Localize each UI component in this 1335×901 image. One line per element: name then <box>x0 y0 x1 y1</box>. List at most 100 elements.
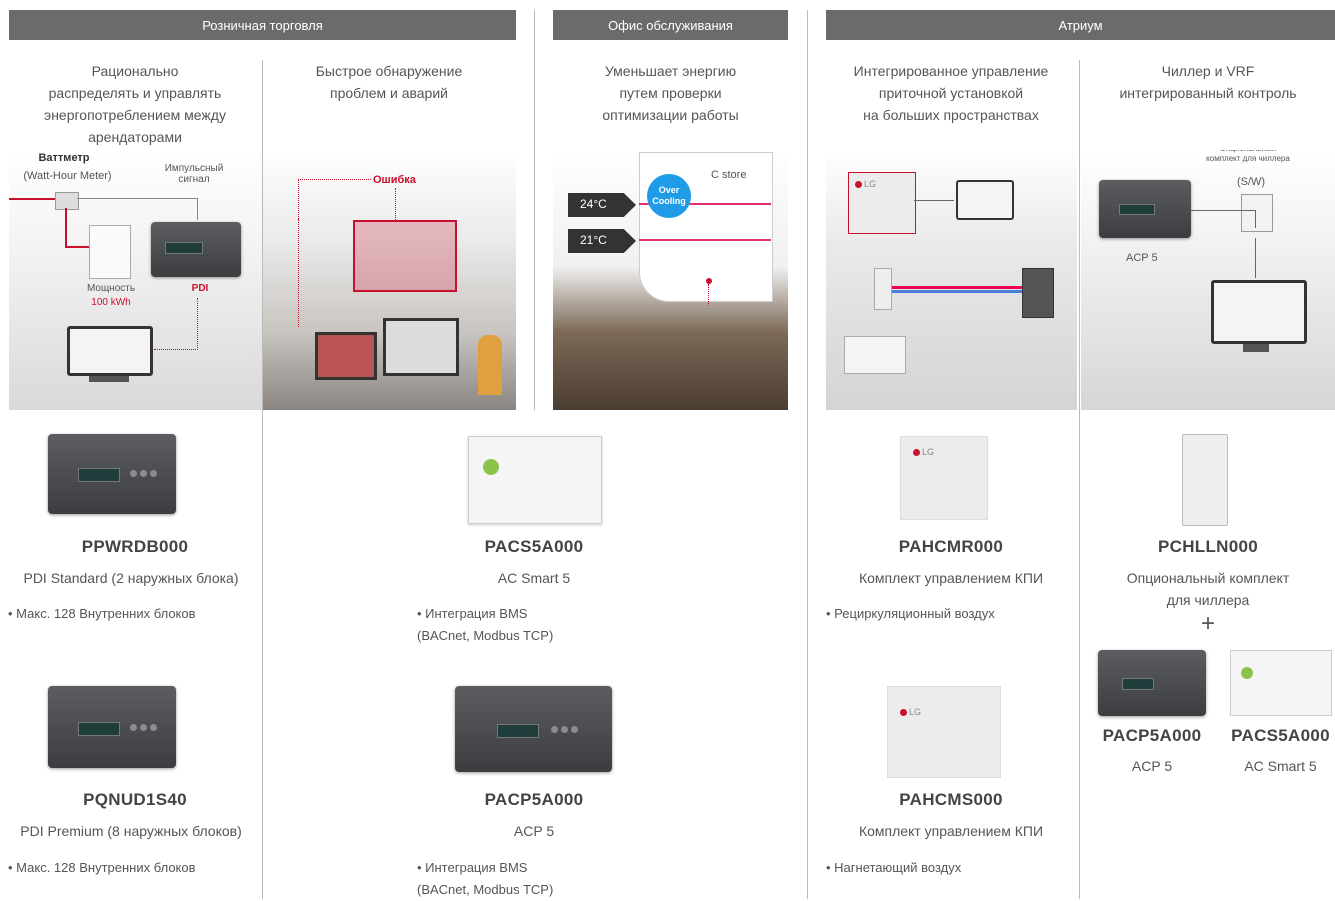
divider <box>534 10 535 410</box>
divider <box>807 10 808 899</box>
sd-card <box>1241 194 1273 232</box>
product-bullet: • Рециркуляционный воздух <box>826 606 995 621</box>
product-code: PACP5A000 <box>484 790 584 809</box>
outdoor-unit <box>1022 268 1054 318</box>
dotted-line <box>708 284 709 306</box>
product-code: PACS5A000 <box>1231 726 1330 745</box>
dotted-line <box>298 219 299 327</box>
product-code: PAHCMS000 <box>899 790 1003 809</box>
pacp5b-image <box>1098 650 1206 716</box>
dotted-line <box>298 179 371 180</box>
product-name: AC Smart 5 <box>1244 758 1317 774</box>
signal-line <box>197 198 198 220</box>
pc-monitor <box>67 326 153 376</box>
monitor-stand <box>89 376 129 382</box>
red-line <box>65 208 67 248</box>
dotted-line <box>197 298 198 350</box>
product-code: PCHLLN000 <box>1157 537 1258 556</box>
option-kit-label: Опциональный комплект для чиллера <box>1206 150 1290 163</box>
temp-high-tag: 24°C <box>568 193 636 217</box>
monitor <box>383 318 459 376</box>
col5-description: Чиллер и VRF интегрированный контроль <box>1119 63 1297 101</box>
product-name: Опциональный комплект для чиллера <box>1126 570 1290 608</box>
col4-description: Интегрированное управление приточной уст… <box>853 63 1049 123</box>
col1-description: Рационально распределять и управлять эне… <box>44 63 226 145</box>
connector-line <box>1255 210 1256 228</box>
header-atrium: Атриум <box>826 10 1335 40</box>
dotted-line <box>395 188 396 220</box>
plus-sign: + <box>1200 610 1215 637</box>
pulse-label: Импульсный сигнал <box>164 163 224 185</box>
pdi-device <box>151 222 241 277</box>
monitor-error <box>315 332 377 380</box>
product-bullet: • Интеграция BMS (BACnet, Modbus TCP) <box>417 860 554 897</box>
product-code: PPWRDB000 <box>81 537 189 556</box>
chiller-diagram: Опциональный комплект для чиллера (S/W) … <box>1081 150 1335 410</box>
product-name: ACP 5 <box>513 823 555 839</box>
product-code: PACP5A000 <box>1102 726 1202 745</box>
pdi-diagram: Ваттметр (Watt-Hour Meter) Импульсный си… <box>9 150 262 410</box>
pahcms-image: LG <box>887 686 1001 778</box>
product-name: PDI Standard (2 наружных блока) <box>23 570 239 586</box>
product-bullet: • Макс. 128 Внутренних блоков <box>8 860 196 875</box>
red-dot <box>706 278 712 284</box>
product-bullet: • Нагнетающий воздух <box>826 860 962 875</box>
ahu-kit: LG <box>848 172 916 234</box>
acp5-label: ACP 5 <box>1126 252 1158 264</box>
product-name: Комплект управлением КПИ <box>858 570 1044 586</box>
product-code: PQNUD1S40 <box>83 790 187 809</box>
pacp5-image <box>455 686 612 772</box>
header-office: Офис обслуживания <box>553 10 788 40</box>
product-name: AC Smart 5 <box>497 570 571 586</box>
pdi-label: PDI <box>191 283 209 294</box>
lg-logo: LG <box>864 179 877 189</box>
product-name: Комплект управлением КПИ <box>858 823 1044 839</box>
pacs5b-image <box>1230 650 1332 716</box>
connector-line <box>1191 210 1255 211</box>
signal-line <box>77 198 197 199</box>
dotted-line <box>298 179 299 219</box>
col2-description: Быстрое обнаружение проблем и аварий <box>315 63 463 101</box>
store-photo: C store 24°C 21°C Over Cooling <box>553 150 788 410</box>
outdoor-unit <box>89 225 131 279</box>
col3-description: Уменьшает энергию путем проверки оптимиз… <box>602 63 739 123</box>
product-bullet: • Макс. 128 Внутренних блоков <box>8 606 196 621</box>
monitor <box>956 180 1014 220</box>
error-detection-photo: Ошибка <box>263 150 516 410</box>
error-highlight-box <box>353 220 457 292</box>
monitor-stand <box>1243 344 1269 352</box>
ahu-unit <box>874 268 892 310</box>
product-code: PAHCMR000 <box>898 537 1004 556</box>
pacs5-image <box>468 436 602 524</box>
error-label: Ошибка <box>373 174 416 186</box>
product-name: ACP 5 <box>1131 758 1173 774</box>
product-code: PACS5A000 <box>484 537 584 556</box>
header-retail: Розничная торговля <box>9 10 516 40</box>
atrium-ahu-photo: LG <box>826 150 1077 410</box>
connector-line <box>914 200 954 201</box>
duct-red <box>888 286 1028 289</box>
temp-line-low <box>639 239 771 241</box>
ahu-box <box>844 336 906 374</box>
acp5-device <box>1099 180 1191 238</box>
pchlln-image <box>1182 434 1228 526</box>
wattmeter-sub: (Watt-Hour Meter) <box>23 170 112 182</box>
temp-low-tag: 21°C <box>568 229 636 253</box>
power-label: Мощность <box>86 283 136 294</box>
pahcmr-image: LG <box>900 436 988 520</box>
divider <box>1079 60 1080 899</box>
wattmeter-title: Ваттметр <box>38 152 90 164</box>
product-bullet: • Интеграция BMS (BACnet, Modbus TCP) <box>417 606 554 643</box>
dotted-line <box>154 349 198 350</box>
pqnud-image <box>48 686 176 768</box>
power-value: 100 kWh <box>91 297 131 308</box>
over-cooling-bubble: Over Cooling <box>647 174 691 218</box>
ppwrdb-image <box>48 434 176 514</box>
meter-icon <box>55 192 79 210</box>
red-line <box>9 198 57 200</box>
sw-label: (S/W) <box>1236 176 1266 188</box>
duct-blue <box>888 290 1028 293</box>
product-name: PDI Premium (8 наружных блоков) <box>20 823 242 839</box>
connector-line <box>1255 238 1256 278</box>
pc-monitor <box>1211 280 1307 344</box>
